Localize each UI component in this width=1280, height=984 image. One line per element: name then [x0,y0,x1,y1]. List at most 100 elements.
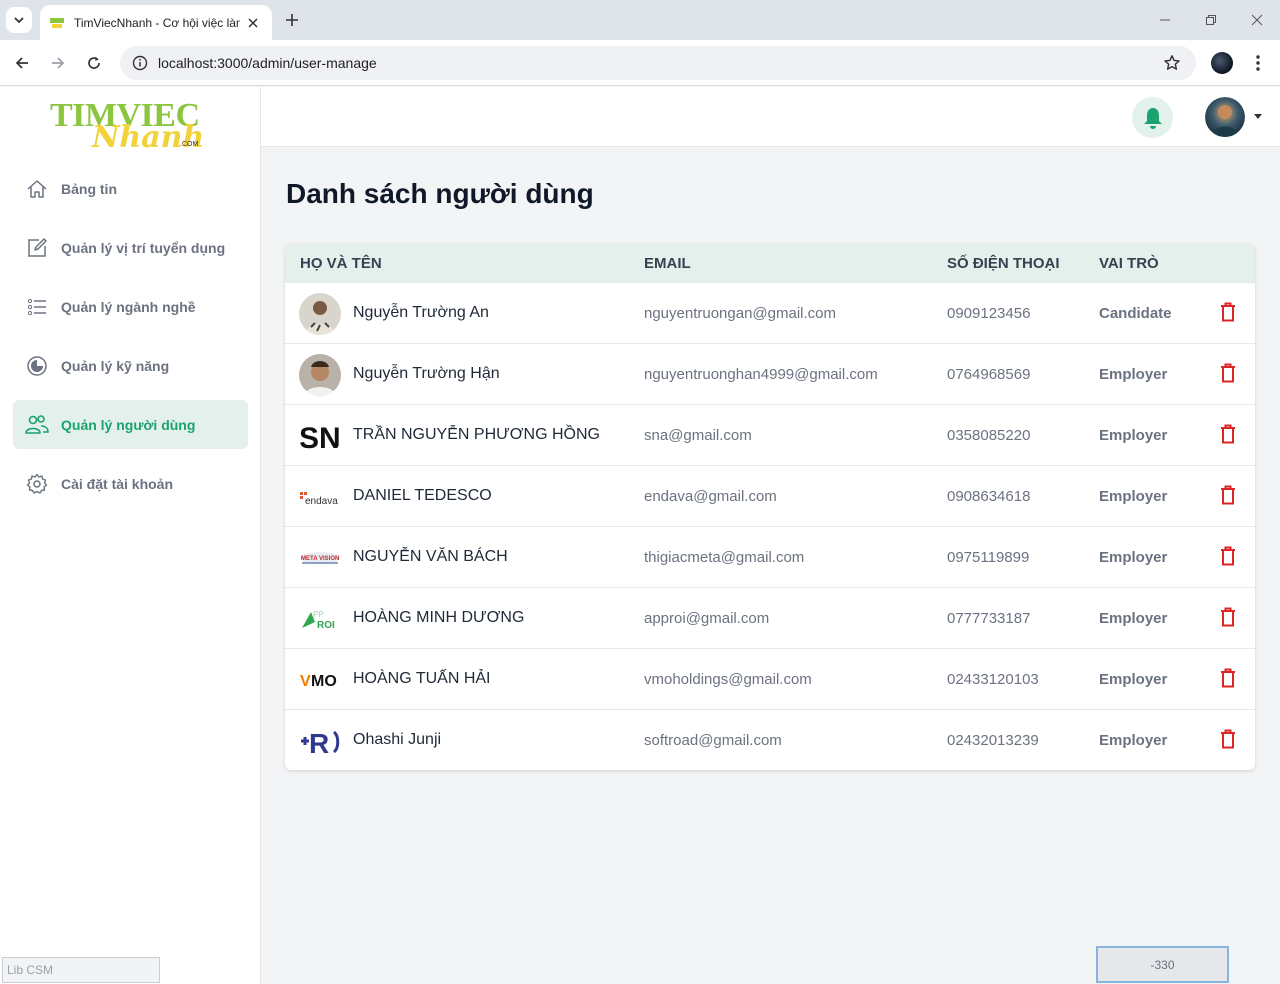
chevron-down-icon [14,17,24,24]
notification-button[interactable] [1132,97,1173,138]
table-row: META VISION NGUYỄN VĂN BÁCH thigiacmeta@… [285,526,1255,587]
trash-icon[interactable] [1217,362,1239,384]
sidebar-item-news[interactable]: Bảng tin [13,164,248,213]
table-row: PP ROI HOÀNG MINH DƯƠNG approi@gmail.com … [285,587,1255,648]
svg-text:META VISION: META VISION [301,556,339,562]
company-logo: R [299,720,341,762]
top-header [261,87,1280,147]
home-icon [25,177,49,201]
close-icon [1251,14,1263,26]
sidebar: TIMVIEC Nhanh .COM Bảng tin Quản lý vị t… [0,87,261,984]
svg-text:.COM: .COM [180,141,198,148]
restore-button[interactable] [1199,8,1223,32]
company-logo: V MO [299,659,341,701]
forward-button[interactable] [44,49,72,77]
tab-title: TimViecNhanh - Cơ hội việc làm [74,15,240,30]
sidebar-item-industries[interactable]: Quản lý ngành nghề [13,282,248,331]
users-table: HỌ VÀ TÊN EMAIL SỐ ĐIỆN THOẠI VAI TRÒ Ng… [285,244,1255,770]
new-tab-button[interactable] [280,8,304,32]
page-title: Danh sách người dùng [286,178,594,209]
arrow-right-icon [52,57,65,69]
user-name: Ohashi Junji [353,731,442,748]
user-role: Employer [1099,732,1168,749]
reload-button[interactable] [80,49,108,77]
window-close-button[interactable] [1245,8,1269,32]
user-phone: 0358085220 [947,427,1031,444]
company-logo: SN [299,415,341,457]
sidebar-item-label: Cài đặt tài khoản [61,475,174,492]
bell-icon [1143,107,1162,129]
user-role: Employer [1099,427,1168,444]
sidebar-item-job-positions[interactable]: Quản lý vị trí tuyển dụng [13,223,248,272]
user-name: Nguyễn Trường An [353,304,489,321]
tab-search-button[interactable] [6,7,32,33]
caret-down-icon[interactable] [1253,111,1263,121]
trash-icon[interactable] [1217,301,1239,323]
user-phone: 0908634618 [947,488,1031,505]
info-icon[interactable] [130,53,150,73]
user-role: Employer [1099,366,1168,383]
user-phone: 02433120103 [947,671,1039,688]
user-role: Candidate [1099,305,1172,322]
plus-icon [286,14,298,26]
timviec-nhanh-logo[interactable]: TIMVIEC Nhanh .COM [48,93,218,155]
users-icon [25,413,49,437]
user-role: Employer [1099,610,1168,627]
user-email: nguyentruonghan4999@gmail.com [644,366,878,383]
url-text: localhost:3000/admin/user-manage [158,55,377,71]
sidebar-item-users[interactable]: Quản lý người dùng [13,400,248,449]
sidebar-item-account-settings[interactable]: Cài đặt tài khoản [13,459,248,508]
table-row: endava DANIEL TEDESCO endava@gmail.com 0… [285,465,1255,526]
browser-menu-button[interactable] [1246,50,1270,76]
lib-csm-field[interactable]: Lib CSM [2,957,160,983]
trash-icon[interactable] [1217,423,1239,445]
browser-tab[interactable]: TimViecNhanh - Cơ hội việc làm [40,5,272,40]
trash-icon[interactable] [1217,606,1239,628]
user-avatar[interactable] [1205,97,1245,137]
trash-icon[interactable] [1217,545,1239,567]
restore-icon [1206,15,1216,25]
user-phone: 0975119899 [947,549,1030,566]
arrow-left-icon [15,57,28,69]
user-phone: 0777733187 [947,610,1031,627]
pie-chart-icon [25,354,49,378]
user-name: HOÀNG MINH DƯƠNG [353,609,525,626]
trash-icon[interactable] [1217,667,1239,689]
user-phone: 02432013239 [947,732,1039,749]
svg-text:Nhanh: Nhanh [91,120,204,155]
table-row: V MO HOÀNG TUẤN HẢI vmoholdings@gmail.com… [285,648,1255,709]
svg-text:endava: endava [305,496,338,507]
favicon-icon [48,14,66,32]
svg-text:MO: MO [311,673,337,690]
table-row: R Ohashi Junji softroad@gmail.com 024320… [285,709,1255,770]
back-button[interactable] [8,49,36,77]
svg-text:SN: SN [299,422,341,455]
offset-indicator[interactable]: -330 [1096,946,1229,983]
bookmark-star-icon[interactable] [1162,53,1182,73]
close-icon[interactable] [244,14,262,32]
user-email: sna@gmail.com [644,427,752,444]
trash-icon[interactable] [1217,728,1239,750]
list-icon [25,295,49,319]
sidebar-item-skills[interactable]: Quản lý kỹ năng [13,341,248,390]
column-header-role: VAI TRÒ [1099,255,1159,272]
user-email: approi@gmail.com [644,610,770,627]
edit-icon [25,236,49,260]
user-email: endava@gmail.com [644,488,777,505]
user-avatar [299,293,341,335]
gear-icon [25,472,49,496]
minimize-icon [1160,19,1170,21]
browser-toolbar: localhost:3000/admin/user-manage [0,40,1280,86]
sidebar-item-label: Quản lý ngành nghề [61,298,196,315]
svg-text:R: R [309,728,329,759]
svg-text:V: V [300,673,311,690]
address-bar[interactable]: localhost:3000/admin/user-manage [120,46,1196,80]
sidebar-item-label: Quản lý kỹ năng [61,357,170,374]
user-role: Employer [1099,488,1168,505]
sidebar-item-label: Quản lý người dùng [61,416,196,433]
browser-profile-avatar[interactable] [1211,52,1233,74]
user-name: TRẦN NGUYỄN PHƯƠNG HỒNG [353,426,600,443]
company-logo: META VISION [299,537,341,579]
minimize-button[interactable] [1153,8,1177,32]
trash-icon[interactable] [1217,484,1239,506]
